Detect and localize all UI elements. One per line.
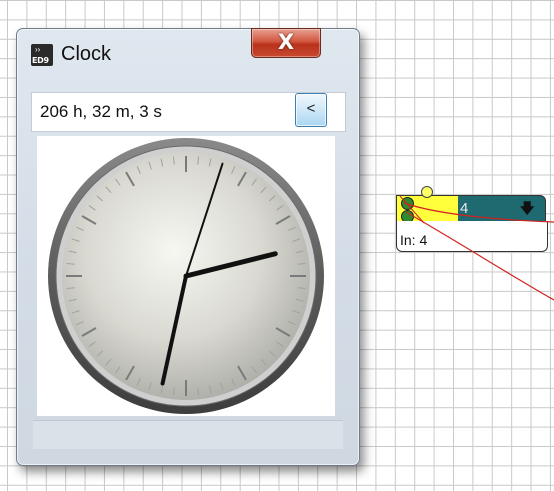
window-status-strip xyxy=(33,420,343,449)
close-icon: X xyxy=(277,30,295,54)
close-button[interactable]: X xyxy=(251,28,321,58)
collapse-button[interactable]: < xyxy=(295,93,327,127)
node-top-port[interactable] xyxy=(421,186,433,198)
ed9-app-icon[interactable]: ›› ED9 xyxy=(31,44,53,66)
node-input-label: In: 4 xyxy=(400,232,428,248)
chevron-left-icon: < xyxy=(306,100,316,117)
node-block[interactable]: 4 🡇 In: 4 xyxy=(396,186,548,253)
down-arrow-icon[interactable]: 🡇 xyxy=(520,198,534,222)
window-title: Clock xyxy=(61,43,112,65)
node-input-port-1[interactable] xyxy=(401,197,414,210)
analog-clock xyxy=(48,138,324,414)
node-number: 4 xyxy=(460,200,469,217)
elapsed-time-text: 206 h, 32 m, 3 s xyxy=(40,102,162,121)
analog-clock-panel xyxy=(37,136,335,416)
clock-window: ›› ED9 Clock X 206 h, 32 m, 3 s < xyxy=(16,28,360,466)
